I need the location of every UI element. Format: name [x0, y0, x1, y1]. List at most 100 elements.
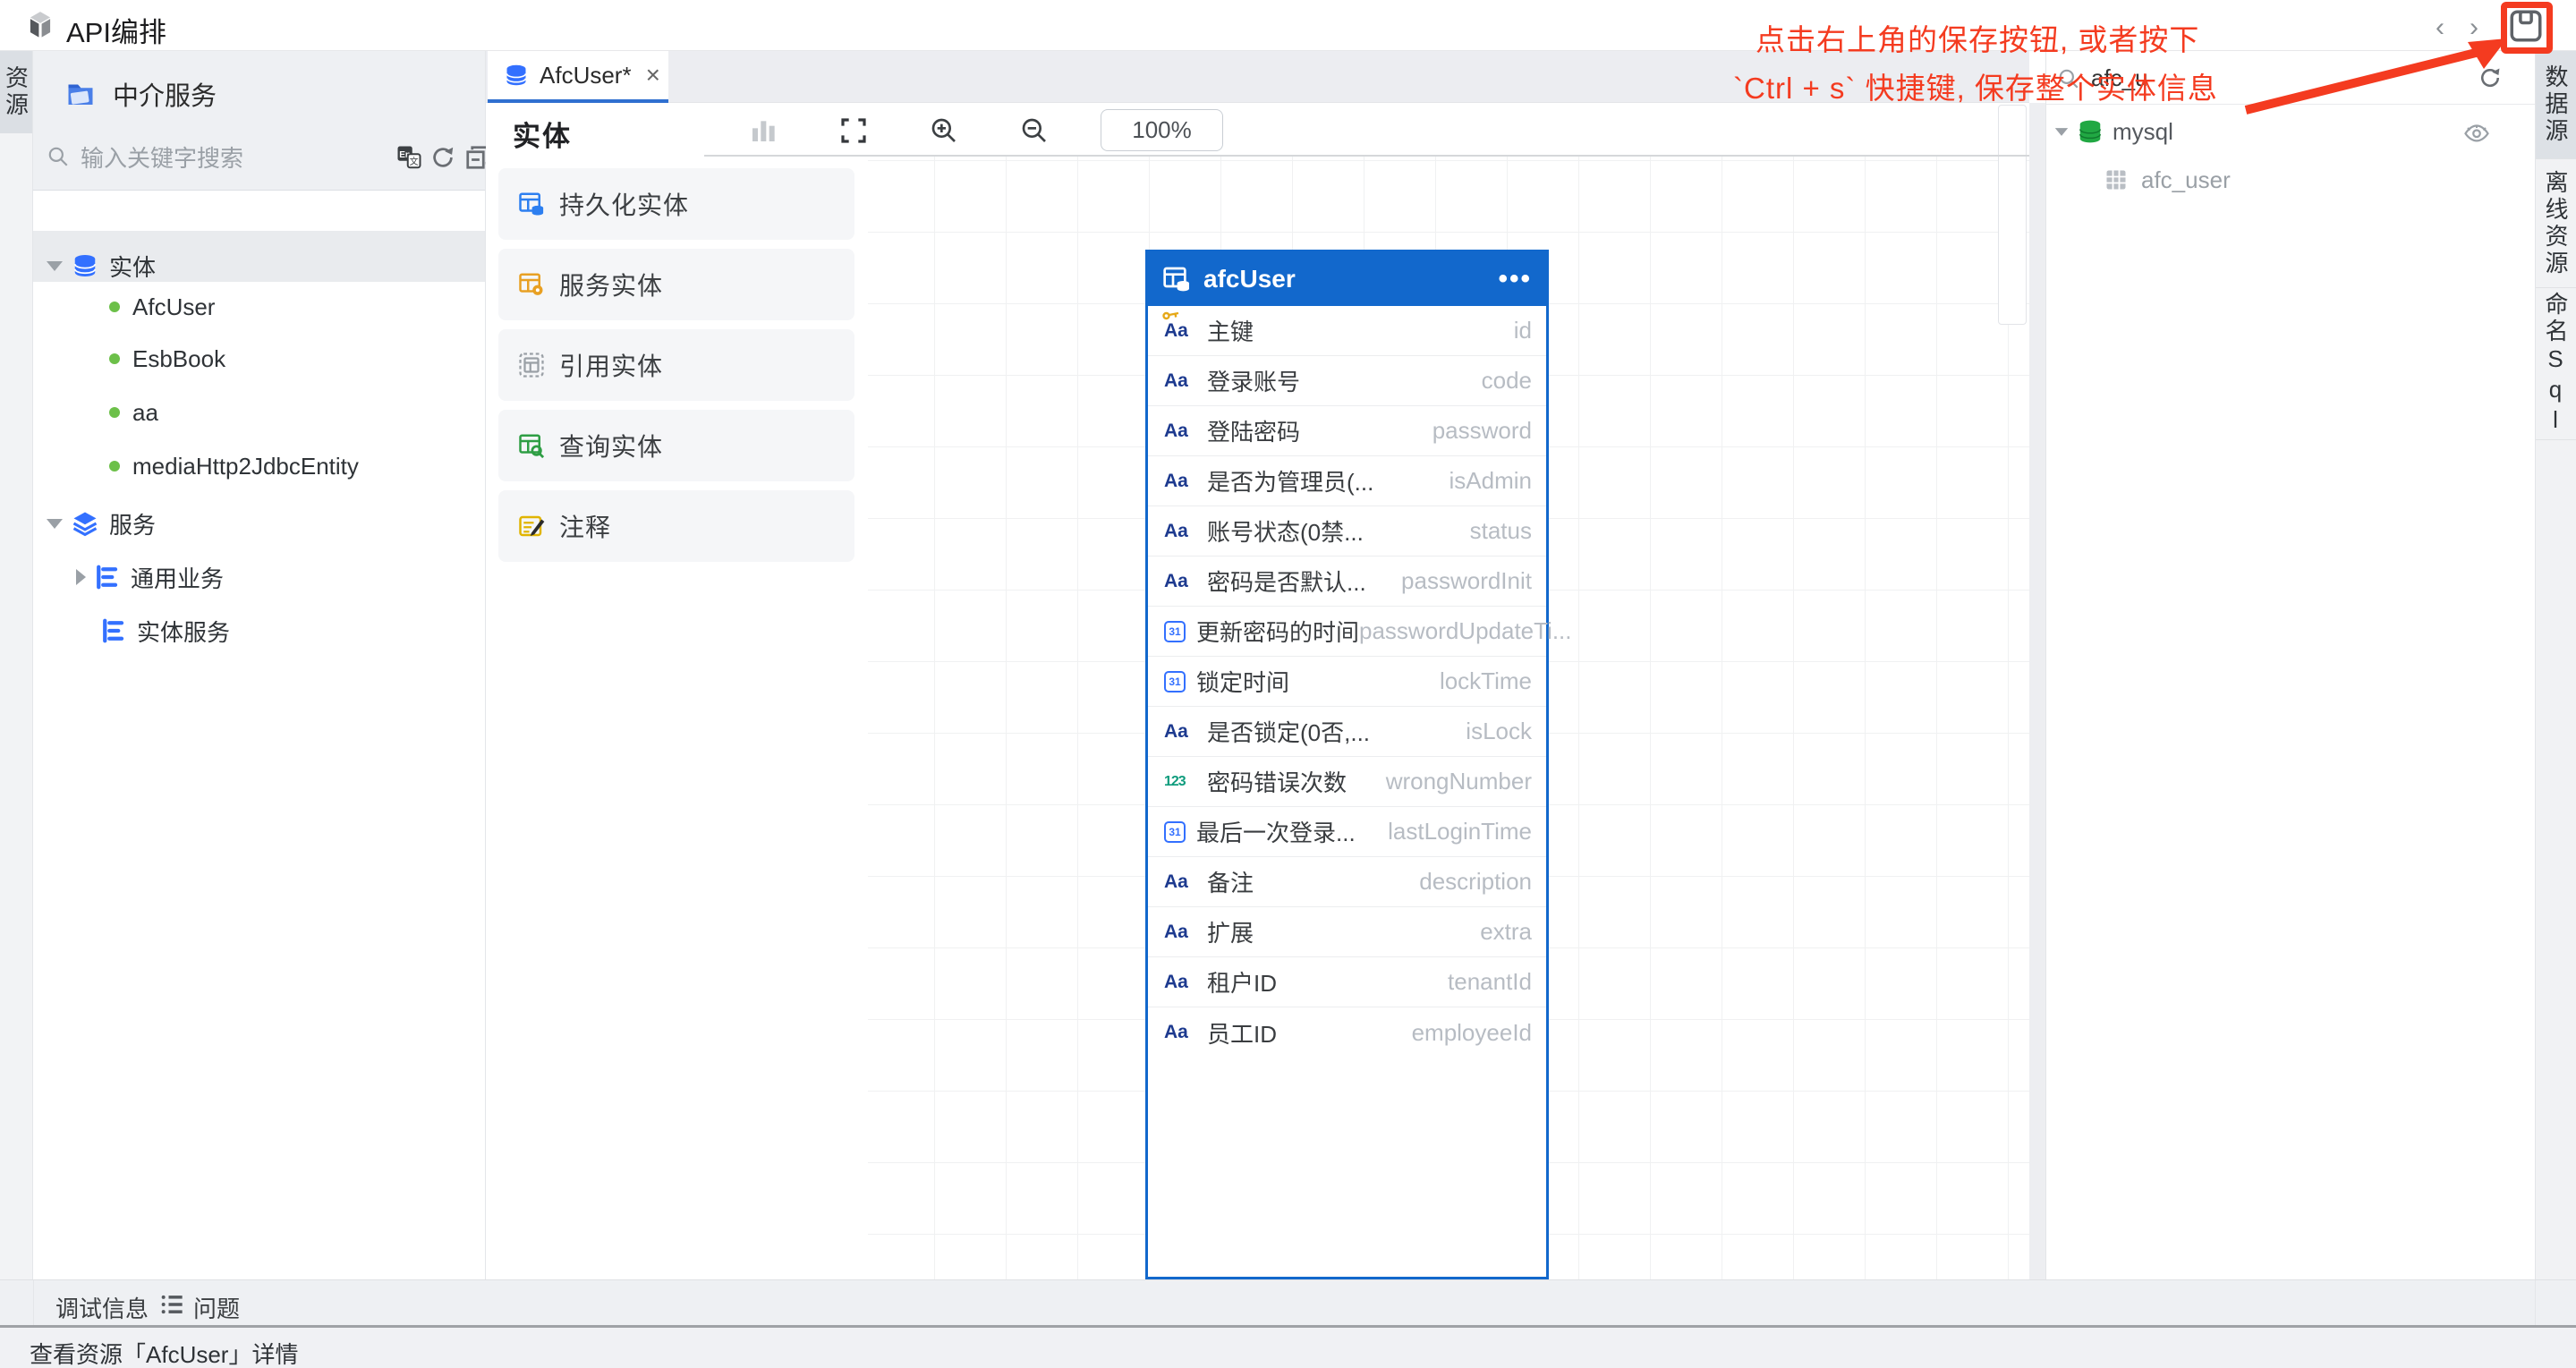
status-bar: 查看资源「AfcUser」详情	[0, 1325, 2576, 1368]
entity-node-afcuser[interactable]: afcUser ••• Aa 主键 id Aa 登录账号 code	[1145, 250, 1549, 1279]
tree-item-afcuser[interactable]: AfcUser	[33, 287, 485, 327]
mysql-database-icon	[2077, 118, 2104, 145]
datasource-connection-mysql[interactable]: mysql	[2053, 110, 2173, 153]
translate-icon[interactable]: En 文	[395, 144, 422, 171]
palette-item-comment[interactable]: 注释	[498, 490, 854, 562]
problems-tab[interactable]: 问题	[193, 1291, 240, 1324]
field-row[interactable]: 31 更新密码的时间 passwordUpdateTi...	[1148, 607, 1546, 657]
sidebar-title: 中介服务	[113, 75, 217, 113]
tree-group-label: 服务	[109, 507, 156, 540]
collapsed-arrow-icon[interactable]	[76, 569, 86, 585]
entity-status-dot	[109, 407, 120, 418]
rail-tab-datasource[interactable]: 数据源	[2536, 51, 2576, 159]
table-database-icon	[518, 191, 545, 217]
tree-item-general-business[interactable]: 通用业务	[33, 557, 485, 597]
app-window: API编排 ‹ › 资源 中介服务	[0, 0, 2576, 1368]
layers-icon	[72, 510, 98, 537]
field-row[interactable]: Aa 登录账号 code	[1148, 356, 1546, 406]
annotation-line2: `Ctrl + s` 快捷键, 保存整个实体信息	[1733, 64, 2218, 107]
sidebar-header: 中介服务 输入关键字搜索 En 文	[33, 51, 485, 191]
field-row[interactable]: Aa 主键 id	[1148, 306, 1546, 356]
palette-title: 实体	[513, 114, 572, 154]
folder-icon	[64, 78, 97, 110]
table-gear-icon	[518, 271, 545, 298]
zoom-in-icon[interactable]	[930, 116, 958, 145]
field-row[interactable]: Aa 扩展 extra	[1148, 907, 1546, 957]
toolbar-divider	[704, 155, 2029, 157]
date-type-icon: 31	[1164, 821, 1186, 843]
zoom-out-icon[interactable]	[1020, 116, 1049, 145]
entity-node-header[interactable]: afcUser •••	[1148, 252, 1546, 306]
tab-close-icon[interactable]: ×	[646, 61, 660, 89]
tree-item-mediahttp2jdbcentity[interactable]: mediaHttp2JdbcEntity	[33, 446, 485, 486]
app-title: API编排	[66, 10, 166, 50]
table-search-icon	[518, 432, 545, 459]
refresh-icon[interactable]	[429, 144, 456, 171]
datasource-panel: afc_u mysql afc_user	[2045, 51, 2535, 1279]
rail-tab-resources[interactable]: 资源	[0, 51, 32, 133]
table-dashed-icon	[518, 352, 545, 378]
field-row[interactable]: Aa 密码是否默认... passwordInit	[1148, 557, 1546, 607]
status-text: 查看资源「AfcUser」详情	[30, 1337, 298, 1368]
tree-item-entity-service[interactable]: 实体服务	[33, 611, 485, 650]
field-row[interactable]: Aa 员工ID employeeId	[1148, 1007, 1546, 1058]
date-type-icon: 31	[1164, 671, 1186, 692]
rail-tab-offline-resources[interactable]: 离线资源	[2536, 159, 2576, 288]
database-icon	[72, 252, 98, 279]
field-row[interactable]: Aa 是否锁定(0否,... isLock	[1148, 707, 1546, 757]
canvas-toolbar: 实体 100%	[486, 103, 2029, 157]
text-type-icon: Aa	[1164, 721, 1196, 743]
field-row[interactable]: Aa 租户ID tenantId	[1148, 957, 1546, 1007]
palette-item-service-entity[interactable]: 服务实体	[498, 249, 854, 320]
bottom-panel-bar: 调试信息 问题	[0, 1279, 2576, 1325]
svg-text:文: 文	[410, 156, 419, 167]
table-grid-icon	[2104, 167, 2129, 192]
field-row[interactable]: Aa 备注 description	[1148, 857, 1546, 907]
text-type-icon: Aa	[1164, 521, 1196, 542]
expand-arrow-icon[interactable]	[2055, 128, 2068, 136]
tree-group-entities[interactable]: 实体	[33, 246, 485, 285]
field-row[interactable]: 123 密码错误次数 wrongNumber	[1148, 757, 1546, 807]
expand-arrow-icon[interactable]	[47, 261, 63, 271]
palette-item-query-entity[interactable]: 查询实体	[498, 410, 854, 481]
palette-item-persistent-entity[interactable]: 持久化实体	[498, 168, 854, 240]
field-row[interactable]: Aa 登陆密码 password	[1148, 406, 1546, 456]
debug-info-tab[interactable]: 调试信息	[55, 1291, 149, 1324]
app-logo-icon	[23, 9, 57, 43]
panel-resizer[interactable]	[2029, 103, 2045, 1279]
zoom-level-input[interactable]: 100%	[1101, 109, 1223, 151]
field-row[interactable]: 31 锁定时间 lockTime	[1148, 657, 1546, 707]
tree-item-esbbook[interactable]: EsbBook	[33, 339, 485, 378]
number-type-icon: 123	[1164, 774, 1196, 790]
annotation-highlight-box	[2501, 2, 2553, 54]
tree-item-aa[interactable]: aa	[33, 393, 485, 432]
rail-tab-named-sql[interactable]: 命名Sql	[2536, 288, 2576, 440]
expand-arrow-icon[interactable]	[47, 519, 63, 529]
field-row[interactable]: Aa 账号状态(0禁... status	[1148, 506, 1546, 557]
annotation-arrow	[2219, 22, 2514, 121]
entity-tab-icon	[504, 63, 529, 88]
entity-status-dot	[109, 353, 120, 364]
fullscreen-icon[interactable]	[839, 116, 868, 145]
note-pen-icon	[518, 513, 545, 540]
text-type-icon: Aa	[1164, 871, 1196, 893]
field-row[interactable]: Aa 是否为管理员(... isAdmin	[1148, 456, 1546, 506]
tab-afcuser[interactable]: AfcUser* ×	[488, 51, 668, 103]
eye-icon[interactable]	[2463, 119, 2490, 146]
datasource-table-afc-user[interactable]: afc_user	[2104, 160, 2231, 200]
service-flow-icon	[93, 564, 120, 591]
tree-group-services[interactable]: 服务	[33, 504, 485, 543]
search-placeholder: 输入关键字搜索	[81, 140, 243, 174]
chart-icon[interactable]	[748, 116, 778, 145]
right-rail: 数据源 离线资源 命名Sql	[2535, 51, 2576, 1279]
canvas-vertical-scrollbar[interactable]	[1998, 105, 2027, 325]
field-row[interactable]: 31 最后一次登录... lastLoginTime	[1148, 807, 1546, 857]
more-menu-icon[interactable]: •••	[1498, 264, 1532, 294]
rail-divider	[33, 1280, 34, 1326]
text-type-icon: Aa	[1164, 421, 1196, 442]
palette-item-reference-entity[interactable]: 引用实体	[498, 329, 854, 401]
entity-field-list: Aa 主键 id Aa 登录账号 code Aa 登陆密码 password	[1148, 306, 1546, 1058]
entity-status-dot	[109, 461, 120, 472]
tab-label: AfcUser*	[540, 62, 632, 89]
text-type-icon: Aa	[1164, 922, 1196, 943]
